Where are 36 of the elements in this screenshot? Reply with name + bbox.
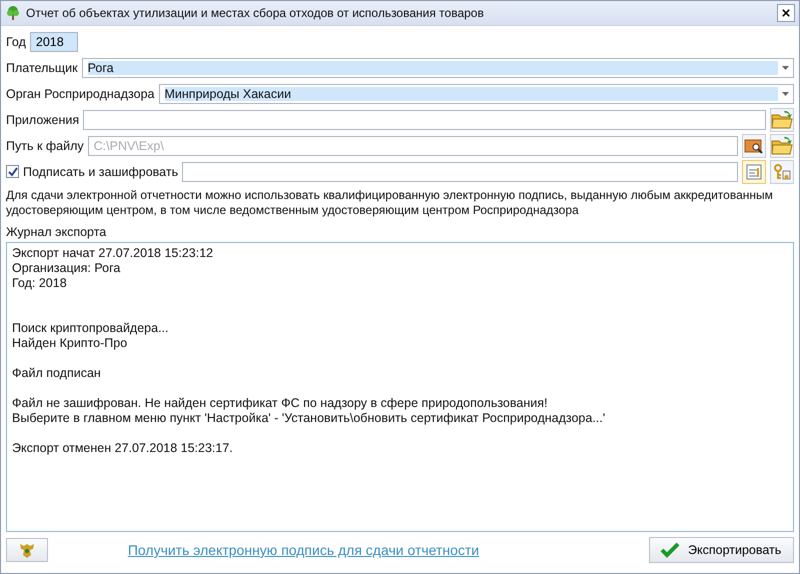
document-icon xyxy=(745,162,763,180)
open-folder-button[interactable] xyxy=(770,134,794,158)
payer-dropdown[interactable]: Рога xyxy=(82,58,794,78)
window-title: Отчет об объектах утилизации и местах сбора отходов от использования товаров xyxy=(26,6,485,20)
key-icon xyxy=(773,162,791,180)
tree-icon xyxy=(5,5,21,21)
authority-label: Орган Росприроднадзора xyxy=(6,86,154,100)
check-icon xyxy=(8,166,18,176)
attachments-field[interactable] xyxy=(83,110,766,130)
get-signature-link[interactable]: Получить электронную подпись для сдачи отчетности xyxy=(56,542,641,558)
open-folder-button[interactable] xyxy=(770,108,794,132)
year-label: Год xyxy=(6,34,26,48)
certificate-field[interactable] xyxy=(182,162,738,182)
authority-dropdown[interactable]: Минприроды Хакасии xyxy=(158,84,794,104)
info-text: Для сдачи электронной отчетности можно использовать квалифицированную электронную подпись, выданную любым аккредитованным удостоверяющим центром, в том числе ведомственным удостоверяющим центром Росприроднадзора xyxy=(6,188,774,218)
log-text-area: Экспорт начат 27.07.2018 15:23:12 Организация: Рога Год: 2018 Поиск криптопровайдера... Найден Крипто-Про Файл подписан Файл не зашифрован. Не найден сертификат ФС по надзору в сфере природопользования! Выберите в главном меню пункт 'Настройка' - 'Установить\обновить сертификат Росприроднадзора...' Экспорт отменен 27.07.2018 15:23:17. xyxy=(6,242,794,532)
emblem-button[interactable] xyxy=(6,538,48,562)
dropdown-arrow-icon xyxy=(782,66,789,70)
payer-label: Плательщик xyxy=(6,60,78,74)
sign-checkbox[interactable] xyxy=(6,165,19,178)
check-icon xyxy=(660,542,680,558)
dropdown-arrow-icon xyxy=(782,92,789,96)
magnifier-icon xyxy=(744,136,764,154)
sign-label: Подписать и зашифровать xyxy=(23,164,178,178)
folder-icon xyxy=(771,110,793,130)
browse-button[interactable] xyxy=(742,134,766,158)
eagle-emblem-icon xyxy=(18,541,36,559)
close-button[interactable]: × xyxy=(777,4,795,22)
folder-icon xyxy=(771,136,793,156)
certificate-button[interactable] xyxy=(742,160,766,184)
year-field[interactable]: 2018 xyxy=(30,32,78,52)
file-path-field[interactable]: C:\PNV\Exp\ xyxy=(88,136,738,156)
export-button[interactable]: Экспортировать xyxy=(649,537,794,563)
attachments-label: Приложения xyxy=(6,112,80,126)
file-path-label: Путь к файлу xyxy=(6,138,84,152)
log-label: Журнал экспорта xyxy=(6,225,108,239)
